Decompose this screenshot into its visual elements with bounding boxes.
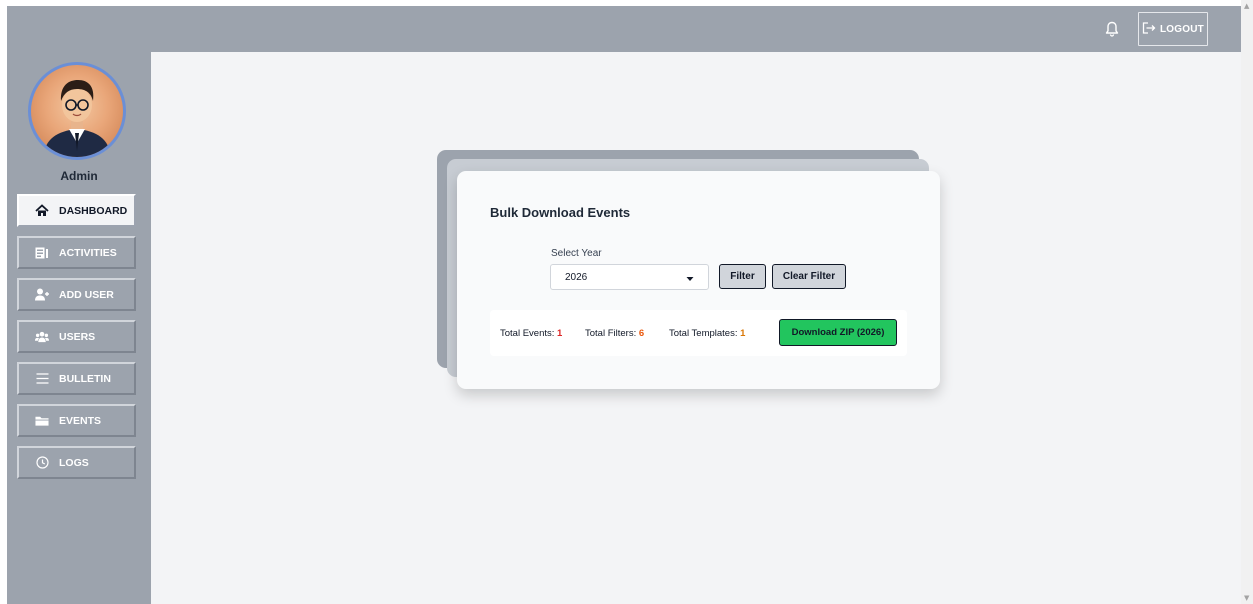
- year-select[interactable]: 2026: [550, 264, 709, 290]
- browser-frame-left: [0, 0, 7, 604]
- total-filters-label: Total Filters:: [585, 328, 637, 339]
- add-user-icon: [35, 288, 49, 302]
- select-year-label: Select Year: [551, 248, 602, 259]
- sidebar-item-label: LOGS: [59, 456, 89, 469]
- sidebar-item-bulletin[interactable]: BULLETIN: [17, 362, 136, 395]
- menu-icon: [35, 372, 49, 386]
- total-events-label: Total Events:: [500, 328, 555, 339]
- total-filters-value: 6: [638, 328, 645, 339]
- bell-icon[interactable]: [1100, 17, 1124, 41]
- stats-row: Total Events: 1 Total Filters: 6 Total T…: [490, 310, 907, 356]
- sidebar-item-label: BULLETIN: [59, 372, 111, 385]
- activities-icon: [35, 246, 49, 260]
- main-content: Bulk Download Events Select Year 2026 Fi…: [151, 52, 1241, 604]
- total-filters-stat: Total Filters: 6: [585, 328, 644, 339]
- total-templates-value: 1: [740, 328, 746, 339]
- home-icon: [35, 204, 49, 218]
- avatar[interactable]: [28, 62, 126, 160]
- users-icon: [35, 330, 49, 344]
- sidebar-item-logs[interactable]: LOGS: [17, 446, 136, 479]
- sidebar-item-label: ADD USER: [59, 288, 114, 301]
- card-title: Bulk Download Events: [490, 205, 631, 220]
- year-select-value: 2026: [565, 271, 588, 283]
- sidebar-item-dashboard[interactable]: DASHBOARD: [17, 194, 136, 227]
- clear-filter-button[interactable]: Clear Filter: [772, 264, 846, 289]
- clock-icon: [35, 456, 49, 470]
- sidebar-item-events[interactable]: EVENTS: [17, 404, 136, 437]
- chevron-down-icon: [686, 274, 694, 285]
- sidebar-item-users[interactable]: USERS: [17, 320, 136, 353]
- sidebar: Admin DASHBOARD ACTIVITIES ADD USER USER…: [7, 52, 151, 604]
- sidebar-item-label: USERS: [59, 330, 96, 343]
- filter-button[interactable]: Filter: [719, 264, 766, 289]
- top-bar: LOGOUT: [7, 6, 1241, 52]
- sidebar-item-label: EVENTS: [59, 414, 102, 427]
- logout-icon: [1142, 21, 1156, 37]
- sidebar-item-label: ACTIVITIES: [59, 246, 117, 259]
- folder-icon: [35, 414, 49, 428]
- logout-label: LOGOUT: [1160, 23, 1204, 35]
- sidebar-item-label: DASHBOARD: [59, 204, 128, 217]
- total-templates-label: Total Templates:: [669, 328, 738, 339]
- user-name: Admin: [60, 169, 98, 183]
- total-events-value: 1: [557, 328, 563, 339]
- logout-button[interactable]: LOGOUT: [1138, 12, 1208, 46]
- total-events-stat: Total Events: 1: [500, 328, 562, 339]
- sidebar-item-activities[interactable]: ACTIVITIES: [17, 236, 136, 269]
- scroll-up-icon[interactable]: ▲: [1244, 2, 1249, 10]
- total-templates-stat: Total Templates: 1: [669, 328, 745, 339]
- scroll-down-icon[interactable]: ▼: [1244, 594, 1249, 602]
- bulk-download-card: Bulk Download Events Select Year 2026 Fi…: [457, 171, 940, 389]
- download-zip-button[interactable]: Download ZIP (2026): [779, 319, 897, 346]
- scrollbar[interactable]: ▲ ▼: [1241, 0, 1253, 604]
- sidebar-item-add-user[interactable]: ADD USER: [17, 278, 136, 311]
